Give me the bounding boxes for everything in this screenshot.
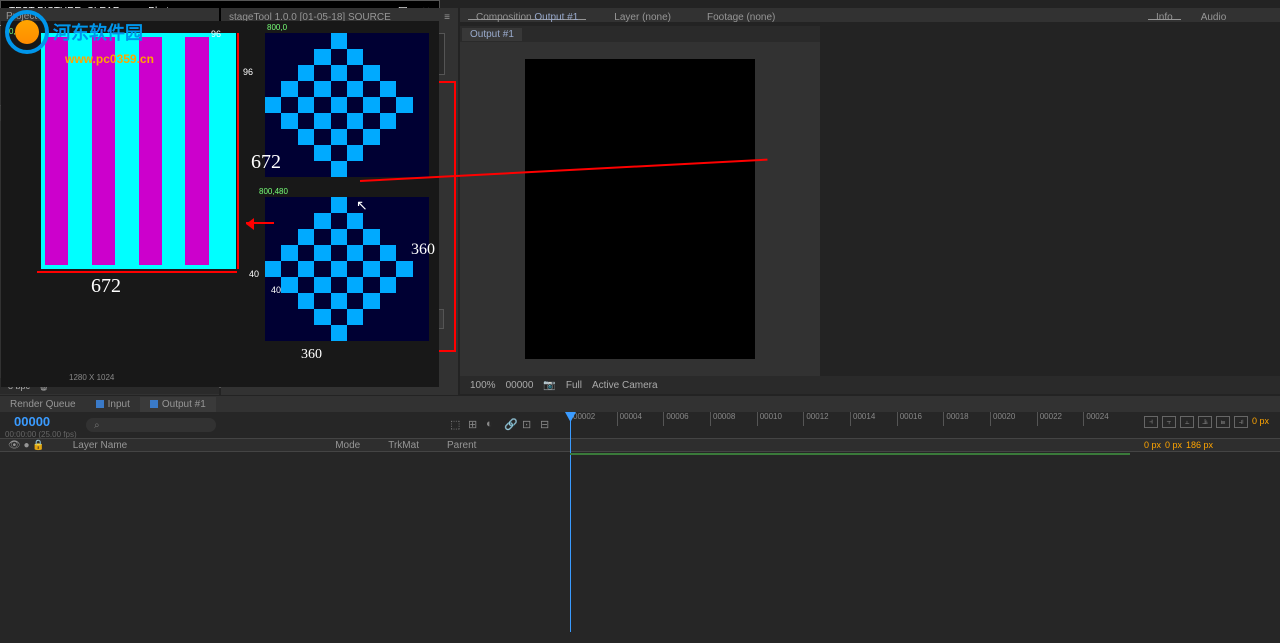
timeline-ruler[interactable]: 0000200004000060000800010000120001400016… <box>570 412 1130 426</box>
track-bar[interactable] <box>570 453 1130 455</box>
watermark-url: www.pc0359.cn <box>65 52 154 66</box>
align-icon[interactable]: ⫡ <box>1198 416 1212 428</box>
tl-icon[interactable]: ⬚ <box>450 418 462 430</box>
panel-menu-icon[interactable]: ≡ <box>444 12 450 23</box>
bracket-right <box>237 33 239 269</box>
timeline-panel: 00000 00:00:00 (25.00 fps) ⬚⊞ ◐🔗 ⊡⊟ 0000… <box>0 412 1280 643</box>
watermark: 河东软件园 www.pc0359.cn <box>5 10 143 54</box>
ruler-tick[interactable]: 00020 <box>990 412 1037 426</box>
col-parent: Parent <box>447 440 476 451</box>
align-icon[interactable]: ⫞ <box>1144 416 1158 428</box>
tl-icon[interactable]: 🔗 <box>504 418 516 430</box>
dim-360a: 360 <box>411 241 435 259</box>
align-panel: ⫞ ⫟ ⫠ ⫡ ⫢ ⫣ 0 px 0 px 0 px 186 px <box>1140 412 1280 462</box>
ruler-tick[interactable]: 00016 <box>897 412 944 426</box>
photos-body[interactable]: 0,0 800,0 800,480 672 672 96 96 360 360 … <box>1 21 439 387</box>
ruler-tick[interactable]: 00014 <box>850 412 897 426</box>
comp-tab-item[interactable]: Output #1 <box>462 28 522 41</box>
dim-width-big: 672 <box>91 275 121 298</box>
comp-tab-bar: Output #1 <box>460 26 820 42</box>
active-camera[interactable]: Active Camera <box>592 380 658 391</box>
col-icons: 👁 ● 🔒 <box>8 440 45 451</box>
ruler-tick[interactable]: 00008 <box>710 412 757 426</box>
align-icon[interactable]: ⫢ <box>1216 416 1230 428</box>
ruler-tick[interactable]: 00006 <box>663 412 710 426</box>
dim-96a: 96 <box>211 29 221 39</box>
info-tab[interactable]: Info <box>1148 10 1181 20</box>
watermark-icon <box>5 10 49 54</box>
px-value-0c[interactable]: 0 px <box>1165 440 1182 458</box>
time-value[interactable]: 00000 <box>506 380 534 391</box>
col-mode: Mode <box>335 440 360 451</box>
align-icon[interactable]: ⫣ <box>1234 416 1248 428</box>
coord-3: 800,480 <box>259 187 288 196</box>
col-trkmat: TrkMat <box>388 440 419 451</box>
px-value-0a[interactable]: 0 px <box>1252 416 1269 436</box>
dim-height-big: 672 <box>251 151 281 174</box>
audio-tab[interactable]: Audio <box>1193 10 1235 20</box>
tab-input[interactable]: Input <box>86 397 140 412</box>
quality-select[interactable]: Full <box>566 380 582 391</box>
camera-icon[interactable]: 📷 <box>543 380 555 391</box>
timeline-tabs: Render Queue Input Output #1 <box>0 396 1280 412</box>
tab-render-queue[interactable]: Render Queue <box>0 397 86 412</box>
dim-40b: 40 <box>271 285 281 295</box>
ruler-tick[interactable]: 00012 <box>803 412 850 426</box>
timeline-icons: ⬚ ⊞ ◐ 🔗 ⊡ ⊟ <box>450 418 552 430</box>
layer-tab[interactable]: Layer (none) <box>606 10 679 20</box>
ruler-tick[interactable]: 00018 <box>943 412 990 426</box>
tab-output[interactable]: Output #1 <box>140 397 216 412</box>
dim-360b: 360 <box>301 347 322 363</box>
ruler-tick[interactable]: 00004 <box>617 412 664 426</box>
dim-40a: 40 <box>249 269 259 279</box>
comp-icon <box>96 400 104 408</box>
viewer-toolbar: 100% 00000 📷 Full Active Camera <box>460 376 1280 394</box>
ruler-tick[interactable]: 00010 <box>757 412 804 426</box>
timeline-search[interactable] <box>86 418 216 432</box>
tl-icon[interactable]: ⊡ <box>522 418 534 430</box>
bracket-bottom <box>37 271 237 273</box>
checker-small-1 <box>265 33 429 177</box>
timeline-columns: 👁 ● 🔒 Layer Name Mode TrkMat Parent <box>0 438 1280 452</box>
footage-tab[interactable]: Footage (none) <box>699 10 783 20</box>
ruler-tick[interactable]: 00002 <box>570 412 617 426</box>
tl-icon[interactable]: ⊟ <box>540 418 552 430</box>
zoom-value[interactable]: 100% <box>470 380 496 391</box>
right-panel-header: Info Audio <box>1140 8 1280 22</box>
projection-text: 1280 X 1024 <box>69 373 114 382</box>
ruler-tick[interactable]: 00024 <box>1083 412 1130 426</box>
comp-tab[interactable]: Composition Output #1 <box>468 10 586 20</box>
col-layer: Layer Name <box>73 440 127 451</box>
checker-large <box>41 33 236 269</box>
align-icon[interactable]: ⫟ <box>1162 416 1176 428</box>
comp-icon <box>150 400 158 408</box>
checker-small-2 <box>265 197 429 341</box>
tl-icon[interactable]: ◐ <box>486 418 498 430</box>
playhead[interactable] <box>570 412 571 632</box>
dim-96b: 96 <box>243 67 253 77</box>
watermark-text: 河东软件园 <box>53 19 143 45</box>
px-value-186[interactable]: 186 px <box>1186 440 1213 458</box>
composition-viewer[interactable] <box>460 42 820 376</box>
timecode[interactable]: 00000 <box>14 414 50 429</box>
align-icon[interactable]: ⫠ <box>1180 416 1194 428</box>
ruler-tick[interactable]: 00022 <box>1037 412 1084 426</box>
tl-icon[interactable]: ⊞ <box>468 418 480 430</box>
viewer-canvas <box>525 59 755 359</box>
px-value-0b[interactable]: 0 px <box>1144 440 1161 458</box>
coord-2: 800,0 <box>267 23 287 32</box>
